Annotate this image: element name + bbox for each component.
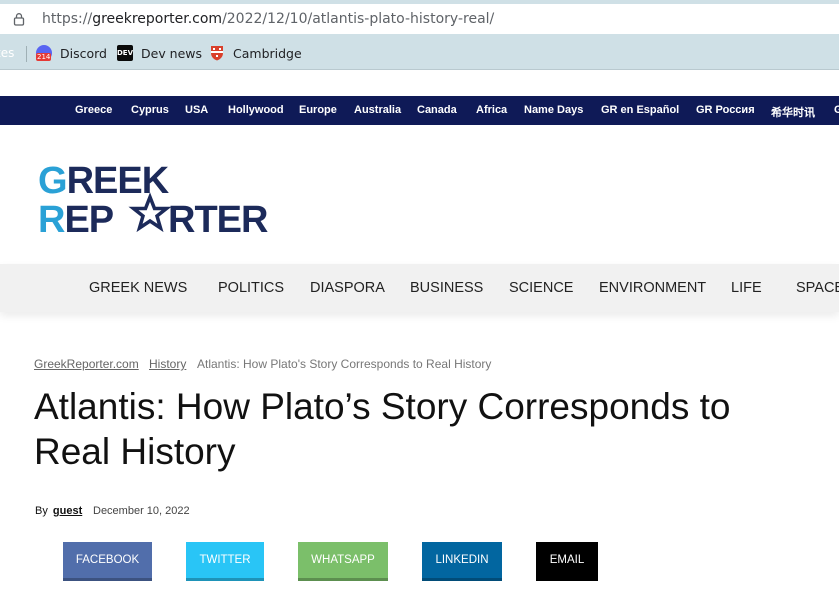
bookmark-partial[interactable]: tes: [0, 44, 14, 62]
nav-space[interactable]: SPACE: [796, 280, 839, 296]
url-path: /2022/12/10/atlantis-plato-history-real/: [222, 11, 495, 27]
nav-environment[interactable]: ENVIRONMENT: [599, 280, 706, 296]
nav-business[interactable]: BUSINESS: [410, 280, 483, 296]
discord-icon: 214: [36, 45, 52, 61]
by-label: By: [35, 505, 48, 517]
main-category-nav: GREEK NEWS POLITICS DIASPORA BUSINESS SC…: [0, 264, 839, 312]
bookmark-cambridge[interactable]: Cambridge: [209, 44, 302, 62]
svg-text:RTER: RTER: [168, 199, 268, 240]
topnav-hollywood[interactable]: Hollywood: [228, 104, 284, 116]
dev-icon: DEV: [117, 45, 133, 61]
url-domain: greekreporter.com: [92, 11, 223, 27]
share-email-button[interactable]: EMAIL: [536, 542, 598, 581]
topnav-cyprus[interactable]: Cyprus: [131, 104, 169, 116]
article-title: Atlantis: How Plato’s Story Corresponds …: [34, 386, 731, 472]
share-linkedin-button[interactable]: LINKEDIN: [422, 542, 502, 581]
bookmark-discord[interactable]: 214 Discord: [36, 44, 107, 62]
topnav-gr-espanol[interactable]: GR en Español: [601, 104, 679, 116]
bookmarks-separator: [26, 46, 27, 62]
nav-politics[interactable]: POLITICS: [218, 280, 284, 296]
breadcrumb-section[interactable]: History: [149, 357, 186, 371]
publish-date: December 10, 2022: [93, 505, 190, 517]
url-field[interactable]: https://greekreporter.com/2022/12/10/atl…: [0, 4, 839, 34]
bookmark-dev-news[interactable]: DEV Dev news: [117, 44, 202, 62]
share-twitter-button[interactable]: TWITTER: [186, 542, 264, 581]
topnav-australia[interactable]: Australia: [354, 104, 401, 116]
svg-text:REP: REP: [38, 199, 114, 240]
lock-icon[interactable]: [12, 12, 26, 26]
notification-badge: 214: [36, 53, 52, 61]
url-prefix: https://: [42, 11, 93, 27]
nav-science[interactable]: SCIENCE: [509, 280, 573, 296]
greek-reporter-logo[interactable]: GREEK REP RTER: [38, 160, 298, 240]
url-text[interactable]: https://greekreporter.com/2022/12/10/atl…: [42, 11, 494, 27]
topnav-greece[interactable]: Greece: [75, 104, 112, 116]
topnav-canada[interactable]: Canada: [417, 104, 457, 116]
bookmark-label: Discord: [60, 45, 107, 61]
bookmarks-bar: tes 214 Discord DEV Dev news Cambridge: [0, 36, 839, 70]
topnav-overflow[interactable]: G: [834, 104, 839, 116]
cambridge-shield-icon: [211, 46, 223, 61]
address-bar: https://greekreporter.com/2022/12/10/atl…: [0, 0, 839, 36]
topnav-europe[interactable]: Europe: [299, 104, 337, 116]
nav-life[interactable]: LIFE: [731, 280, 762, 296]
byline: By guest: [35, 505, 82, 517]
share-whatsapp-button[interactable]: WHATSAPP: [298, 542, 388, 581]
topnav-africa[interactable]: Africa: [476, 104, 507, 116]
nav-diaspora[interactable]: DIASPORA: [310, 280, 385, 296]
breadcrumb-home[interactable]: GreekReporter.com: [34, 357, 139, 371]
author-link[interactable]: guest: [53, 505, 82, 517]
bookmark-label: Cambridge: [233, 45, 302, 61]
breadcrumb-current: Atlantis: How Plato's Story Corresponds …: [197, 357, 492, 371]
topnav-usa[interactable]: USA: [185, 104, 208, 116]
topnav-chinese[interactable]: 希华时讯: [771, 104, 815, 120]
top-region-nav: Greece Cyprus USA Hollywood Europe Austr…: [0, 96, 839, 125]
nav-greek-news[interactable]: GREEK NEWS: [89, 280, 187, 296]
topnav-name-days[interactable]: Name Days: [524, 104, 583, 116]
topnav-gr-russia[interactable]: GR Россия: [696, 104, 755, 116]
share-facebook-button[interactable]: FACEBOOK: [63, 542, 152, 581]
bookmark-label: Dev news: [141, 45, 203, 61]
